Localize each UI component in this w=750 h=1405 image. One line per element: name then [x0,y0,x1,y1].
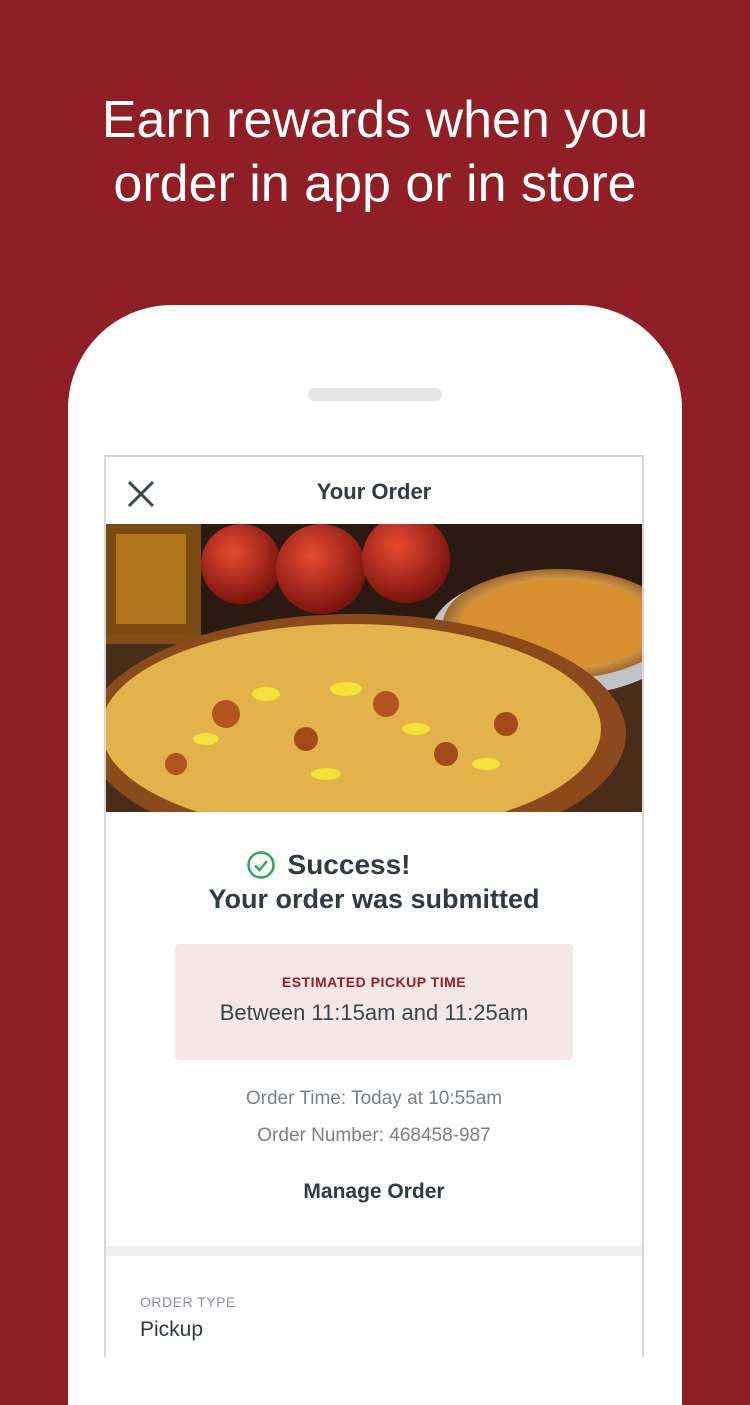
section-divider [106,1246,642,1256]
pickup-time-card: ESTIMATED PICKUP TIME Between 11:15am an… [175,944,573,1060]
pizza-photo [106,524,642,812]
nav-bar: Your Order [106,457,642,524]
manage-order-button[interactable]: Manage Order [106,1180,642,1204]
order-number: Order Number: 468458-987 [257,1125,491,1146]
order-screen: Your Order Success! Your order was submi… [104,455,644,1357]
success-subtitle: Your order was submitted [208,884,540,914]
order-type-label: ORDER TYPE [140,1294,236,1310]
headline-line-2: order in app or in store [113,155,637,213]
pickup-time: Between 11:15am and 11:25am [219,1000,529,1025]
headline-line-1: Earn rewards when you [101,91,649,149]
check-circle-icon [246,851,275,879]
order-meta: Order Time: Today at 10:55am Order Numbe… [106,1080,642,1154]
pickup-label: ESTIMATED PICKUP TIME [281,974,467,990]
order-time: Order Time: Today at 10:55am [245,1088,503,1109]
success-title: Success! [287,849,411,880]
promo-headline: Earn rewards when you order in app or in… [0,88,750,216]
page-title: Your Order [316,479,432,504]
order-status: Success! Your order was submitted [106,848,642,916]
phone-speaker [308,388,442,401]
order-type-value: Pickup [140,1318,204,1341]
